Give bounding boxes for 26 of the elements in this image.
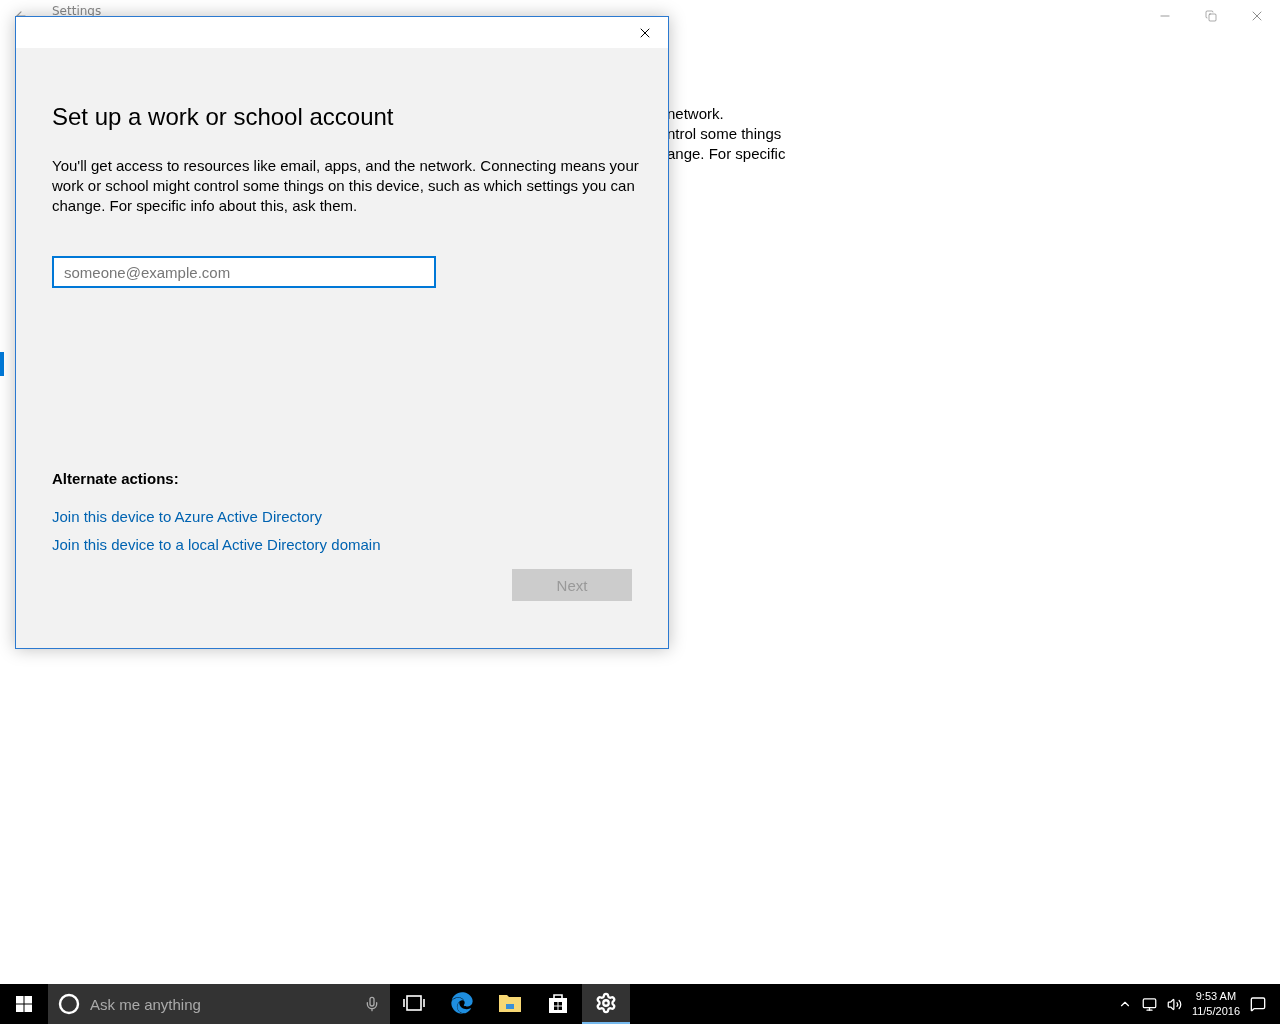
volume-icon[interactable] — [1166, 996, 1182, 1012]
search-box[interactable]: Ask me anything — [48, 984, 390, 1024]
section-label: Alternate actions: — [52, 470, 180, 487]
settings-icon — [595, 992, 617, 1014]
window-title: Settings — [52, 4, 102, 18]
selection-indicator — [0, 352, 4, 376]
taskbar-app-button[interactable] — [582, 984, 630, 1024]
task-view-icon — [403, 995, 425, 1011]
action-link[interactable]: Join this device to a local Active Directory domain — [52, 535, 381, 555]
dialog-title: Set up a work or school account — [52, 102, 395, 132]
description-text: You'll get access to resources like email, apps, and the network. Connecting means your work or school might control some things on this device, such as which settings you can change. For specific info about this, ask them. — [52, 156, 640, 216]
browser-icon — [451, 992, 473, 1014]
windows-logo-icon — [16, 996, 32, 1012]
restore-icon — [1205, 10, 1217, 22]
folder-icon — [498, 993, 522, 1013]
clock-date: 11/5/2016 — [1191, 1004, 1240, 1019]
network-icon[interactable] — [1141, 996, 1157, 1012]
microphone-icon[interactable] — [364, 996, 380, 1012]
search-field[interactable]: Ask me anything — [88, 994, 356, 1014]
action-link[interactable]: Join this device to Azure Active Directory — [52, 507, 323, 527]
email-field[interactable]: someone@example.com — [52, 256, 436, 288]
description-text: ange. For specific — [667, 144, 786, 164]
circle-icon — [58, 993, 80, 1015]
notification-icon[interactable] — [1250, 996, 1266, 1012]
shopping-bag-icon — [548, 992, 568, 1014]
clock-time: 9:53 AM — [1195, 989, 1237, 1004]
